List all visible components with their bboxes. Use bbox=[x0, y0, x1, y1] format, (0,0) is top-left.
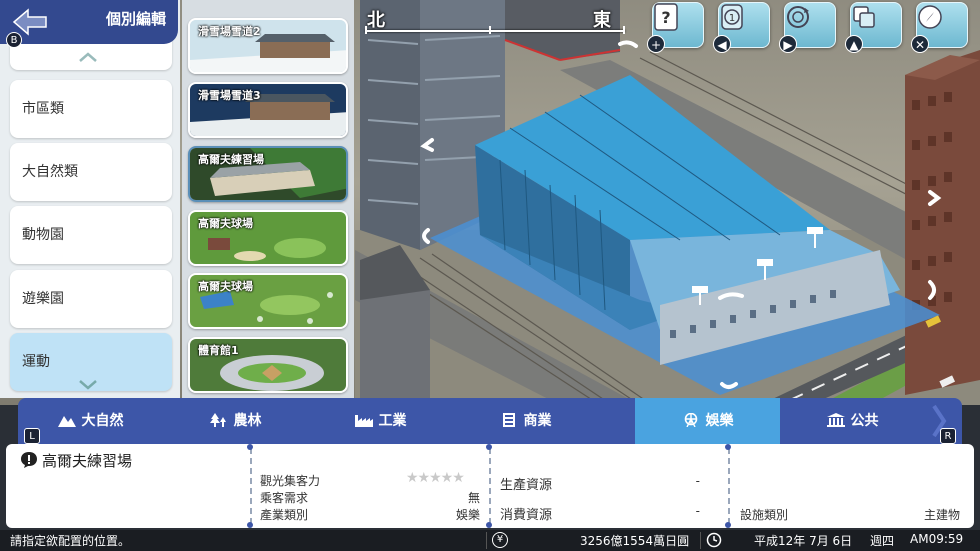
help-icon: ? bbox=[654, 3, 678, 31]
scroll-down-icon[interactable] bbox=[78, 380, 98, 390]
facility-type-label: 設施類別 bbox=[740, 508, 789, 522]
game-time: AM09:59 bbox=[910, 532, 964, 546]
layers-button[interactable]: ▲ bbox=[845, 2, 902, 53]
tourism-rating-stars: ★★★★★ bbox=[406, 470, 465, 486]
game-weekday: 週四 bbox=[870, 534, 895, 548]
svg-text:?: ? bbox=[661, 8, 670, 27]
scroll-up-icon[interactable] bbox=[78, 52, 98, 62]
tab-agriculture[interactable]: 農林 bbox=[163, 398, 308, 444]
svg-text:1: 1 bbox=[729, 13, 735, 24]
category-item-zoo[interactable]: 動物園 bbox=[10, 206, 172, 264]
divider bbox=[250, 448, 252, 524]
tree-icon bbox=[209, 413, 226, 427]
consume-value: - bbox=[695, 504, 700, 518]
ferris-wheel-icon bbox=[684, 413, 697, 427]
tab-right-badge: R bbox=[940, 428, 956, 444]
compass-east: 東 bbox=[593, 10, 611, 31]
category-panel: B 個別編輯 市區類 大自然類 動物園 遊樂園 運動 bbox=[0, 0, 180, 398]
thumbnail-golf-range[interactable]: 高爾夫練習場 bbox=[188, 146, 348, 202]
facility-name: 高爾夫練習場 bbox=[20, 450, 132, 471]
facility-thumbnail-list: 滑雪場雪道2 滑雪場雪道3 高爾夫練習場 高爾夫球場 高爾夫球場 體育館1 bbox=[182, 0, 354, 398]
category-item-nature[interactable]: 大自然類 bbox=[10, 143, 172, 201]
category-tab-bar: 大自然 農林 工業 商業 娛樂 公共 bbox=[18, 398, 962, 444]
tourism-label: 觀光集客力 bbox=[260, 474, 321, 488]
thumbnail-label: 滑雪場雪道2 bbox=[198, 25, 261, 38]
rotate-icon bbox=[787, 6, 809, 28]
speech-bubble-alert-icon bbox=[21, 452, 37, 468]
layers-icon bbox=[853, 6, 875, 28]
help-badge: + bbox=[647, 35, 665, 53]
prev-badge: ◀ bbox=[713, 35, 731, 53]
yen-icon: ¥ bbox=[492, 532, 508, 548]
thumbnail-label: 高爾夫球場 bbox=[198, 217, 253, 230]
passenger-label: 乘客需求 bbox=[260, 491, 309, 505]
factory-icon bbox=[354, 415, 373, 427]
tab-commerce[interactable]: 商業 bbox=[453, 398, 598, 444]
divider bbox=[489, 448, 491, 524]
produce-label: 生產資源 bbox=[500, 478, 553, 493]
rotate-view-button[interactable]: ▶ bbox=[779, 2, 836, 53]
facility-type-value: 主建物 bbox=[923, 508, 960, 522]
panel-title: 個別編輯 bbox=[105, 10, 166, 28]
layer-one-button[interactable]: 1 ◀ bbox=[713, 2, 770, 53]
next-badge: ▶ bbox=[779, 35, 797, 53]
status-bar: 請指定欲配置的位置。 ¥ 3256億1554萬日圓 平成12年 7月 6日 週四… bbox=[0, 530, 980, 551]
thumbnail-ski-slope-3[interactable]: 滑雪場雪道3 bbox=[188, 82, 348, 138]
tab-entertainment[interactable]: 娛樂 bbox=[635, 398, 780, 444]
layer-one-icon: 1 bbox=[721, 4, 743, 30]
thumbnail-golf-course-1[interactable]: 高爾夫球場 bbox=[188, 210, 348, 266]
public-building-icon bbox=[826, 413, 845, 427]
compass-icon bbox=[918, 5, 942, 29]
close-badge: ✕ bbox=[911, 35, 929, 53]
divider bbox=[728, 448, 730, 524]
thumbnail-label: 體育館1 bbox=[198, 344, 239, 357]
compass-button[interactable]: ✕ bbox=[911, 2, 968, 53]
clock-icon bbox=[706, 532, 722, 548]
up-badge: ▲ bbox=[845, 35, 863, 53]
tab-left-badge: L bbox=[24, 428, 40, 444]
category-item-city[interactable]: 市區類 bbox=[10, 80, 172, 138]
back-header[interactable]: B 個別編輯 bbox=[0, 0, 178, 48]
industry-label: 產業類別 bbox=[260, 508, 309, 522]
thumbnail-label: 高爾夫球場 bbox=[198, 280, 253, 293]
category-item-amusement[interactable]: 遊樂園 bbox=[10, 270, 172, 328]
mountain-icon bbox=[57, 416, 76, 427]
thumbnail-golf-course-2[interactable]: 高爾夫球場 bbox=[188, 273, 348, 329]
help-button[interactable]: ? + bbox=[647, 2, 704, 53]
thumbnail-gymnasium-1[interactable]: 體育館1 bbox=[188, 337, 348, 393]
money-amount: 3256億1554萬日圓 bbox=[580, 534, 690, 548]
thumbnail-ski-slope-2[interactable]: 滑雪場雪道2 bbox=[188, 18, 348, 74]
consume-label: 消費資源 bbox=[500, 508, 553, 523]
tab-industry[interactable]: 工業 bbox=[308, 398, 453, 444]
tab-public[interactable]: 公共 bbox=[780, 398, 925, 444]
back-badge: B bbox=[6, 32, 22, 48]
game-date: 平成12年 7月 6日 bbox=[754, 534, 853, 548]
passenger-value: 無 bbox=[467, 491, 480, 505]
produce-value: - bbox=[695, 474, 700, 488]
status-message: 請指定欲配置的位置。 bbox=[10, 534, 131, 548]
compass-bar: 北 東 bbox=[365, 6, 625, 36]
facility-info-panel: 高爾夫練習場 觀光集客力 ★★★★★ 乘客需求 無 產業類別 娛樂 生產資源 -… bbox=[6, 444, 974, 528]
industry-value: 娛樂 bbox=[455, 508, 480, 522]
thumbnail-label: 滑雪場雪道3 bbox=[198, 89, 261, 102]
shop-building-icon bbox=[502, 413, 515, 427]
thumbnail-label: 高爾夫練習場 bbox=[198, 153, 264, 166]
compass-north: 北 bbox=[367, 10, 385, 31]
